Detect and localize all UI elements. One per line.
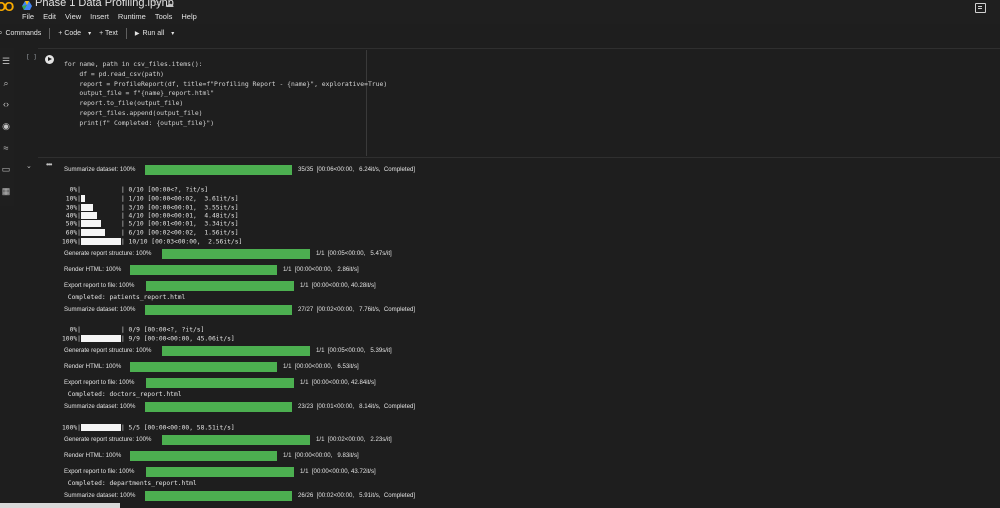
progress-bar: [162, 435, 310, 445]
tqdm-bar-track: [80, 229, 121, 236]
tqdm-line: 10%| | 1/10 [00:00<00:02, 3.61it/s]: [62, 195, 239, 204]
cell-output: Summarize dataset: 100% 35/35 [00:06<00:0…: [0, 0, 1000, 508]
progress-label: Export report to file: 100%: [64, 379, 135, 386]
tqdm-stats: | 9/9 [00:00<00:00, 45.06it/s]: [120, 335, 235, 343]
tqdm-percent: 30%|: [62, 204, 81, 212]
tqdm-percent: 50%|: [62, 220, 81, 228]
tqdm-stats: | 1/10 [00:00<00:02, 3.61it/s]: [120, 195, 239, 203]
progress-bar: [145, 305, 292, 315]
progress-label: Summarize dataset: 100%: [64, 403, 136, 410]
progress-stats: 1/1 [00:00<00:00, 40.28it/s]: [300, 282, 376, 289]
tqdm-bar: [80, 212, 97, 219]
output-text: Completed: doctors_report.html: [64, 391, 182, 398]
tqdm-bar-track: [80, 204, 121, 211]
tqdm-percent: 100%|: [62, 238, 81, 246]
tqdm-stats: | 0/10 [00:00<?, ?it/s]: [120, 186, 209, 194]
tqdm-stats: | 4/10 [00:00<00:01, 4.48it/s]: [120, 212, 239, 220]
tqdm-stats: | 0/9 [00:00<?, ?it/s]: [120, 326, 205, 334]
tqdm-percent: 0%|: [62, 326, 81, 334]
tqdm-bar-track: [80, 424, 121, 431]
progress-stats: 26/26 [00:02<00:00, 5.91it/s, Completed]: [298, 492, 416, 499]
progress-label: Export report to file: 100%: [64, 468, 135, 475]
progress-bar: [130, 362, 277, 372]
tqdm-percent: 100%|: [62, 424, 81, 432]
progress-bar: [145, 491, 292, 501]
tqdm-line: 100%| | 9/9 [00:00<00:00, 45.06it/s]: [62, 335, 235, 344]
progress-stats: 1/1 [00:00<00:00, 2.86it/s]: [283, 266, 359, 273]
progress-stats: 1/1 [00:00<00:00, 9.83it/s]: [283, 452, 359, 459]
tqdm-bar-track: [80, 212, 121, 219]
tqdm-line: 0%| | 0/10 [00:00<?, ?it/s]: [62, 186, 209, 195]
tqdm-bar-track: [81, 326, 121, 333]
tqdm-bar-track: [80, 238, 121, 245]
progress-label: Generate report structure: 100%: [64, 436, 152, 443]
tqdm-bar: [80, 424, 121, 431]
progress-bar: [130, 265, 277, 275]
progress-label: Summarize dataset: 100%: [64, 306, 136, 313]
progress-bar: [162, 249, 310, 259]
progress-stats: 23/23 [00:01<00:00, 8.14it/s, Completed]: [298, 403, 416, 410]
progress-label: Generate report structure: 100%: [64, 250, 152, 257]
tqdm-percent: 100%|: [62, 335, 81, 343]
tqdm-bar: [80, 195, 85, 202]
output-text: Completed: patients_report.html: [64, 294, 186, 301]
tqdm-line: 60%| | 6/10 [00:02<00:02, 1.56it/s]: [62, 229, 239, 238]
tqdm-percent: 10%|: [62, 195, 81, 203]
progress-label: Summarize dataset: 100%: [64, 492, 136, 499]
progress-bar: [146, 281, 294, 291]
progress-label: Render HTML: 100%: [64, 266, 122, 273]
progress-bar: [146, 378, 294, 388]
progress-stats: 1/1 [00:05<00:00, 5.39s/it]: [316, 347, 392, 354]
progress-label: Render HTML: 100%: [64, 452, 122, 459]
tqdm-stats: | 3/10 [00:00<00:01, 3.55it/s]: [120, 204, 239, 212]
progress-label: Export report to file: 100%: [64, 282, 135, 289]
tqdm-percent: 60%|: [62, 229, 81, 237]
tqdm-percent: 40%|: [62, 212, 81, 220]
progress-label: Summarize dataset: 100%: [64, 166, 136, 173]
tqdm-line: 0%| | 0/9 [00:00<?, ?it/s]: [62, 326, 205, 335]
progress-bar: [145, 165, 292, 175]
tqdm-bar: [80, 220, 101, 227]
progress-label: Render HTML: 100%: [64, 363, 122, 370]
progress-stats: 1/1 [00:00<00:00, 43.72it/s]: [300, 468, 376, 475]
tqdm-stats: | 5/10 [00:01<00:01, 3.34it/s]: [120, 220, 239, 228]
tqdm-bar-track: [81, 186, 121, 193]
progress-bar: [130, 451, 277, 461]
progress-stats: 1/1 [00:00<00:00, 6.53it/s]: [283, 363, 359, 370]
tqdm-bar: [80, 335, 121, 342]
tqdm-stats: | 5/5 [00:00<00:00, 58.51it/s]: [120, 424, 235, 432]
tqdm-line: 100%| | 5/5 [00:00<00:00, 58.51it/s]: [62, 424, 235, 433]
tqdm-line: 100%| | 10/10 [00:03<00:00, 2.56it/s]: [62, 238, 242, 247]
progress-stats: 1/1 [00:02<00:00, 2.23s/it]: [316, 436, 392, 443]
progress-stats: 1/1 [00:05<00:00, 5.47s/it]: [316, 250, 392, 257]
tqdm-stats: | 6/10 [00:02<00:02, 1.56it/s]: [120, 229, 239, 237]
tqdm-stats: | 10/10 [00:03<00:00, 2.56it/s]: [120, 238, 243, 246]
tqdm-bar-track: [80, 195, 121, 202]
tqdm-bar: [80, 204, 93, 211]
tqdm-bar: [80, 229, 105, 236]
tqdm-bar-track: [80, 335, 121, 342]
tqdm-line: 50%| | 5/10 [00:01<00:01, 3.34it/s]: [62, 220, 239, 229]
progress-bar: [146, 467, 294, 477]
progress-bar: [162, 346, 310, 356]
progress-stats: 1/1 [00:00<00:00, 42.84it/s]: [300, 379, 376, 386]
output-text: Completed: departments_report.html: [64, 480, 197, 487]
tqdm-bar-track: [80, 220, 121, 227]
tqdm-percent: 0%|: [62, 186, 81, 194]
progress-stats: 27/27 [00:02<00:00, 7.76it/s, Completed]: [298, 306, 416, 313]
progress-stats: 35/35 [00:06<00:00, 6.24it/s, Completed]: [298, 166, 416, 173]
progress-bar: [145, 402, 292, 412]
progress-label: Generate report structure: 100%: [64, 347, 152, 354]
horizontal-scrollbar[interactable]: [0, 503, 120, 508]
tqdm-bar: [80, 238, 121, 245]
